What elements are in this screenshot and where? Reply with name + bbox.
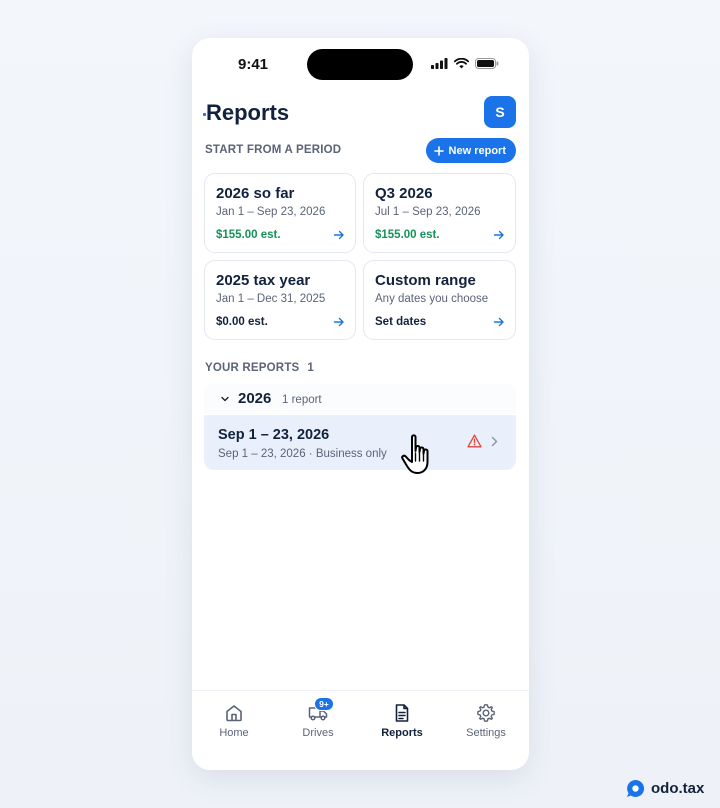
status-icons (431, 58, 499, 69)
tab-reports[interactable]: Reports (360, 691, 444, 751)
report-list-item[interactable]: Sep 1 – 23, 2026 Sep 1 – 23, 2026 · Busi… (204, 415, 516, 470)
period-card-2026-so-far[interactable]: 2026 so far Jan 1 – Sep 23, 2026 $155.00… (204, 173, 356, 253)
new-report-label: New report (448, 144, 506, 157)
period-card-dates: Jan 1 – Dec 31, 2025 (216, 293, 326, 305)
chevron-down-icon (221, 396, 229, 402)
period-card-title: 2025 tax year (216, 272, 311, 289)
signal-icon (431, 58, 448, 69)
year-group-count: 1 report (282, 394, 322, 406)
tab-settings-label: Settings (466, 727, 506, 739)
period-card-title: Custom range (375, 272, 476, 289)
new-report-button[interactable]: New report (425, 138, 516, 163)
tab-home[interactable]: Home (192, 691, 276, 751)
tab-drives-label: Drives (302, 727, 334, 739)
report-title: Sep 1 – 23, 2026 (218, 427, 330, 443)
arrow-right-icon (493, 230, 504, 240)
plus-icon (433, 145, 444, 156)
phone-frame: 9:41 Reports S START FROM A PERIOD New r… (192, 38, 529, 770)
brand-watermark: odo.tax (626, 779, 704, 798)
year-group-toggle[interactable]: 2026 1 report (204, 384, 516, 414)
odo-logo-icon (627, 779, 645, 797)
gear-icon (477, 704, 495, 722)
period-card-estimate: Set dates (375, 316, 427, 328)
bottom-tab-bar: Home Drives 9+ Reports Settings (192, 690, 529, 770)
period-card-estimate: $0.00 est. (216, 316, 268, 328)
tab-home-label: Home (219, 727, 249, 739)
brand-name: odo.tax (651, 780, 705, 797)
warning-icon (467, 434, 482, 448)
period-card-2025-tax-year[interactable]: 2025 tax year Jan 1 – Dec 31, 2025 $0.00… (204, 260, 356, 340)
drives-badge: 9+ (314, 697, 334, 711)
period-section-header: START FROM A PERIOD New report (205, 138, 516, 164)
battery-icon (475, 58, 499, 69)
tab-reports-label: Reports (381, 727, 423, 739)
tab-settings[interactable]: Settings (444, 691, 528, 751)
arrow-right-icon (333, 317, 344, 327)
document-icon (395, 704, 409, 722)
hand-pointer-cursor-icon (401, 434, 429, 474)
status-time: 9:41 (238, 56, 269, 73)
chevron-right-icon (491, 436, 498, 447)
period-card-estimate: $155.00 est. (216, 229, 281, 241)
wifi-icon (454, 58, 469, 69)
period-card-title: 2026 so far (216, 185, 295, 202)
report-subtitle: Sep 1 – 23, 2026 · Business only (218, 448, 387, 460)
period-card-dates: Any dates you choose (375, 293, 489, 305)
period-card-estimate: $155.00 est. (375, 229, 440, 241)
period-card-custom-range[interactable]: Custom range Any dates you choose Set da… (363, 260, 516, 340)
page-title: Reports (202, 100, 290, 125)
home-icon (226, 705, 242, 722)
dynamic-island (307, 49, 413, 80)
avatar[interactable]: S (484, 96, 516, 128)
period-card-dates: Jul 1 – Sep 23, 2026 (375, 206, 481, 218)
your-reports-count: 1 (307, 362, 315, 374)
your-reports-title: YOUR REPORTS (205, 362, 300, 374)
period-card-dates: Jan 1 – Sep 23, 2026 (216, 206, 326, 218)
arrow-right-icon (493, 317, 504, 327)
page-header: Reports S (202, 96, 516, 134)
arrow-right-icon (333, 230, 344, 240)
period-section-label: START FROM A PERIOD (205, 144, 342, 156)
your-reports-label: YOUR REPORTS 1 (205, 362, 314, 374)
year-group-title: 2026 (238, 390, 272, 407)
status-bar: 9:41 (192, 38, 529, 94)
period-card-title: Q3 2026 (375, 185, 433, 202)
period-card-q3-2026[interactable]: Q3 2026 Jul 1 – Sep 23, 2026 $155.00 est… (363, 173, 516, 253)
